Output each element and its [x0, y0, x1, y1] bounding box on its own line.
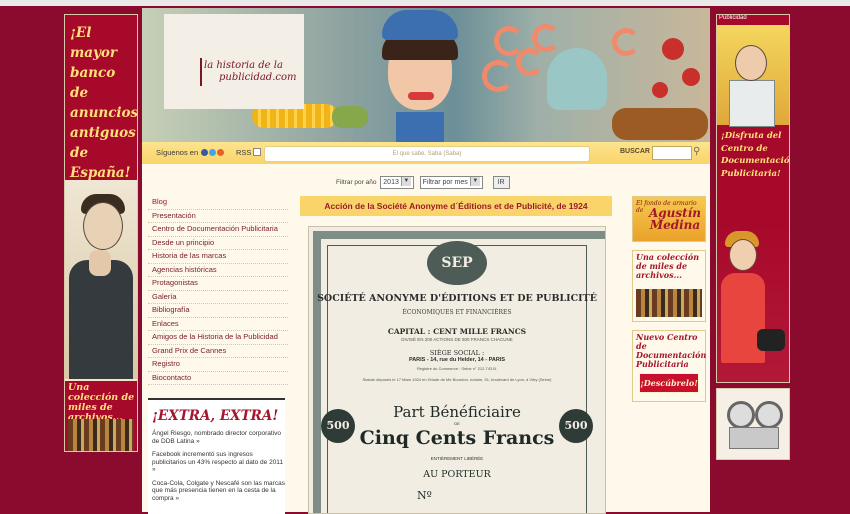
- nav-item-desde-un-principio[interactable]: Desde un principio: [148, 237, 288, 250]
- search-label: BUSCAR: [620, 148, 650, 155]
- browser-top-strip: [0, 0, 850, 6]
- nav-item-historia-marcas[interactable]: Historia de las marcas: [148, 250, 288, 264]
- tagline-quote: El que sabe, Saba (Saba): [264, 146, 590, 162]
- nav-item-agencias-historicas[interactable]: Agencias históricas: [148, 264, 288, 277]
- nav-item-registro[interactable]: Registro: [148, 358, 288, 372]
- promo-documentation-center[interactable]: Nuevo Centro de Documentación Publicitar…: [632, 330, 706, 402]
- nav-item-protagonistas[interactable]: Protagonistas: [148, 277, 288, 291]
- follow-bar: Síguenos en RSS El que sabe, Saba (Saba)…: [142, 142, 710, 164]
- chevron-down-icon: ▼: [400, 177, 411, 186]
- chevron-down-icon: ▼: [469, 177, 480, 186]
- site-header-banner: la historia de la publicidad.com: [142, 8, 710, 142]
- nav-item-presentacion[interactable]: Presentación: [148, 210, 288, 223]
- year-select[interactable]: 2013 ▼: [380, 176, 414, 189]
- nav-item-centro-documentacion[interactable]: Centro de Documentación Publicitaria: [148, 223, 288, 237]
- rss-link[interactable]: RSS: [236, 148, 262, 157]
- discover-button[interactable]: ¡Descúbrelo!: [639, 373, 699, 393]
- right-ad-slogan: ¡Disfruta del Centro de Documentación Pu…: [721, 131, 790, 179]
- site-logo[interactable]: la historia de la publicidad.com: [164, 14, 304, 109]
- facebook-icon[interactable]: [201, 149, 209, 156]
- search-icon[interactable]: ⚲: [693, 146, 705, 158]
- ad-tag: Publicidad: [719, 15, 747, 21]
- search-input[interactable]: [652, 146, 692, 160]
- news-box: ¡EXTRA, EXTRA! Ángel Riesgo, nombrado di…: [148, 398, 285, 514]
- left-ad-banner[interactable]: ¡El mayor banco de anuncios antiguos de …: [64, 14, 138, 452]
- month-select[interactable]: Filtrar por mes ▼: [419, 176, 483, 189]
- right-ad-illustration: [717, 25, 789, 127]
- nav-item-galeria[interactable]: Galería: [148, 291, 288, 304]
- nav-item-biocontacto[interactable]: Biocontacto: [148, 372, 288, 385]
- sidebar-nav: Blog Presentación Centro de Documentació…: [148, 196, 288, 385]
- books-image: [636, 289, 702, 317]
- news-item[interactable]: Coca-Cola, Colgate y Nescafé son las mar…: [152, 480, 285, 503]
- share-icon[interactable]: [217, 149, 225, 156]
- news-item[interactable]: Facebook incrementó sus ingresos publici…: [152, 451, 285, 474]
- left-ad-illustration: [65, 180, 137, 388]
- right-promo-column: El fondo de armario de Agustín Medina Un…: [632, 196, 706, 410]
- right-ad-banner[interactable]: Publicidad ¡Disfruta del Centro de Docum…: [716, 14, 790, 383]
- article-title: Acción de la Société Anonyme d´Éditions …: [300, 196, 612, 216]
- nav-item-enlaces[interactable]: Enlaces: [148, 318, 288, 331]
- share-certificate-image[interactable]: SEP SOCIÉTÉ ANONYME D'ÉDITIONS ET DE PUB…: [308, 226, 606, 514]
- news-item[interactable]: Ángel Riesgo, nombrado director corporat…: [152, 430, 285, 445]
- books-image: [68, 419, 134, 451]
- main-content-area: Síguenos en RSS El que sabe, Saba (Saba)…: [142, 142, 710, 514]
- tape-reel-ad[interactable]: [716, 388, 790, 460]
- archive-filter: Filtrar por año 2013 ▼ Filtrar por mes ▼ I…: [336, 176, 510, 189]
- rss-icon: [253, 148, 262, 156]
- left-ad-slogan: ¡El mayor banco de anuncios antiguos de …: [70, 25, 138, 181]
- nav-item-blog[interactable]: Blog: [148, 196, 288, 210]
- news-box-title: ¡EXTRA, EXTRA!: [152, 408, 279, 424]
- nav-item-grand-prix[interactable]: Grand Prix de Cannes: [148, 345, 288, 358]
- twitter-icon[interactable]: [209, 149, 217, 156]
- left-ad-archive-promo[interactable]: Una colección de miles de archivos...: [65, 379, 137, 451]
- follow-us: Síguenos en: [156, 148, 225, 157]
- certificate-emblem: SEP: [427, 241, 487, 285]
- promo-agustin-medina[interactable]: El fondo de armario de Agustín Medina: [632, 196, 706, 242]
- filter-go-button[interactable]: IR: [492, 176, 510, 189]
- nav-item-amigos[interactable]: Amigos de la Historia de la Publicidad: [148, 331, 288, 345]
- right-ad-phone-lady-image: [717, 225, 789, 382]
- stewardess-illustration: [372, 8, 466, 142]
- nav-item-bibliografia[interactable]: Bibliografía: [148, 304, 288, 318]
- promo-archive-collection[interactable]: Una colección de miles de archivos...: [632, 250, 706, 322]
